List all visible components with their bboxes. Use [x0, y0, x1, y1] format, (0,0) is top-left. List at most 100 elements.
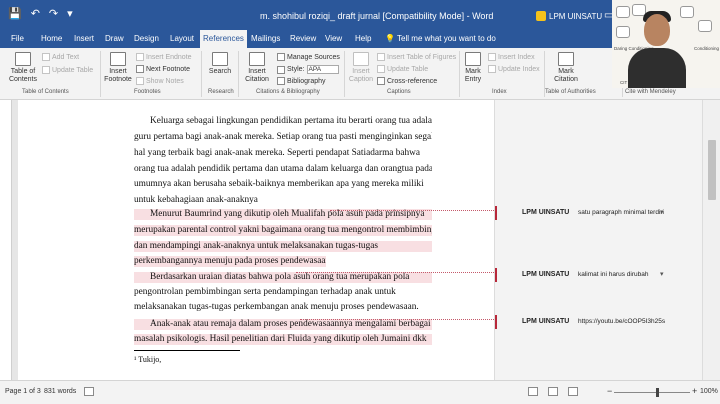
comment-expand-icon[interactable]: ▾ — [660, 270, 664, 278]
zoom-slider-handle[interactable] — [656, 388, 659, 397]
user-name: LPM UINSATU — [549, 11, 603, 21]
tab-help[interactable]: Help — [352, 30, 374, 48]
zoom-level[interactable]: 100% — [700, 388, 718, 395]
paragraph-line[interactable]: untuk kebahagiaan anak-anaknya — [134, 195, 432, 206]
update-table-figures-button[interactable]: Update Table — [377, 65, 428, 73]
index-icon — [488, 53, 496, 61]
insert-endnote-button[interactable]: Insert Endnote — [136, 53, 192, 61]
caption-icon — [353, 52, 369, 66]
proofing-icon[interactable] — [84, 387, 94, 396]
tab-review[interactable]: Review — [287, 30, 319, 48]
mark-entry-button[interactable]: Mark Entry — [461, 52, 485, 84]
comment-expand-icon[interactable]: ▾ — [660, 208, 664, 216]
commented-line[interactable]: merupakan parental control yakni bagaima… — [134, 225, 432, 236]
tab-layout[interactable]: Layout — [167, 30, 197, 48]
search-icon — [212, 52, 228, 66]
customize-qat-icon[interactable]: ▾ — [67, 8, 73, 21]
status-bar: Page 1 of 3 831 words − + 100% — [0, 380, 720, 404]
citation-icon — [249, 52, 265, 66]
paragraph-line[interactable]: Keluarga sebagai lingkungan pendidikan p… — [134, 116, 432, 127]
next-footnote-icon — [136, 65, 144, 73]
tell-me-search[interactable]: 💡 Tell me what you want to do — [385, 34, 496, 43]
presenter-face — [644, 14, 670, 46]
table-of-contents-button[interactable]: Table of Contents — [6, 52, 40, 84]
webcam-caption: Conditioning — [694, 46, 720, 51]
paragraph-line[interactable]: umumnya akan berusaha sebaik-baiknya mem… — [134, 179, 432, 190]
insert-index-button[interactable]: Insert Index — [488, 53, 535, 61]
search-button[interactable]: Search — [205, 52, 235, 76]
tab-draw[interactable]: Draw — [102, 30, 127, 48]
read-mode-icon[interactable] — [528, 387, 538, 396]
comment-link[interactable]: https://youtu.be/cOOP5I3h25s — [578, 318, 665, 325]
page-count[interactable]: Page 1 of 3 — [5, 388, 41, 395]
insert-caption-button[interactable]: Insert Caption — [347, 52, 375, 84]
tab-mailings[interactable]: Mailings — [248, 30, 283, 48]
vertical-scrollbar[interactable] — [702, 100, 720, 380]
commented-line[interactable]: dan mendampingi anak-anaknya untuk melak… — [134, 241, 432, 252]
comments-pane — [494, 100, 702, 380]
warning-icon — [536, 11, 546, 21]
paragraph-line[interactable]: melaksanakan tugas-tugas perkembangan an… — [134, 302, 432, 313]
table-of-contents-icon — [15, 52, 31, 66]
commented-line[interactable]: Berdasarkan uraian diatas bahwa pola asu… — [134, 272, 432, 283]
group-label-mendeley: Cite with Mendeley — [625, 89, 676, 95]
group-label-footnotes: Footnotes — [134, 89, 161, 95]
tab-insert[interactable]: Insert — [71, 30, 97, 48]
word-count[interactable]: 831 words — [44, 388, 76, 395]
comment-author: LPM UINSATU — [522, 271, 570, 278]
bibliography-button[interactable]: Bibliography — [277, 77, 326, 85]
manage-sources-button[interactable]: Manage Sources — [277, 53, 340, 61]
tab-home[interactable]: Home — [38, 30, 65, 48]
manage-sources-icon — [277, 53, 285, 61]
endnote-icon — [136, 53, 144, 61]
undo-icon[interactable]: ↶ — [31, 8, 40, 21]
redo-icon[interactable]: ↷ — [49, 8, 58, 21]
mark-citation-icon — [558, 52, 574, 66]
insert-footnote-button[interactable]: Insert Footnote — [103, 52, 133, 84]
refresh-icon — [488, 65, 496, 73]
commented-line[interactable]: perkembangannya menuju pada proses pende… — [134, 256, 326, 267]
webcam-overlay: Daring Conditioning Conditioning CIT — [612, 0, 720, 88]
citation-style-select[interactable]: Style: APA — [277, 65, 339, 74]
add-text-button[interactable]: Add Text — [42, 53, 79, 61]
tab-design[interactable]: Design — [131, 30, 162, 48]
comment-author: LPM UINSATU — [522, 209, 570, 216]
save-icon[interactable]: 💾 — [8, 8, 22, 21]
web-layout-icon[interactable] — [568, 387, 578, 396]
divider — [344, 51, 345, 97]
paragraph-line[interactable]: orang tua adalah pendidik pertama dan ut… — [134, 164, 432, 175]
doodle-icon — [680, 6, 694, 18]
next-footnote-button[interactable]: Next Footnote — [136, 65, 190, 73]
zoom-slider[interactable] — [614, 392, 690, 393]
insert-table-of-figures-button[interactable]: Insert Table of Figures — [377, 53, 456, 61]
print-layout-icon[interactable] — [548, 387, 558, 396]
insert-citation-button[interactable]: Insert Citation — [241, 52, 273, 84]
cross-reference-button[interactable]: Cross-reference — [377, 77, 437, 85]
user-account[interactable]: LPM UINSATU — [536, 11, 602, 21]
zoom-out-button[interactable]: − — [607, 386, 612, 396]
doodle-icon — [616, 26, 630, 38]
update-index-button[interactable]: Update Index — [488, 65, 540, 73]
zoom-in-button[interactable]: + — [692, 386, 697, 396]
comment-connector — [296, 272, 496, 273]
tab-references[interactable]: References — [200, 30, 247, 48]
paragraph-line[interactable]: pengontrolan pembimbingan serta pendampi… — [134, 287, 432, 298]
paragraph-line[interactable]: hal yang terbaik bagi anak-anak mereka. … — [134, 148, 432, 159]
tab-view[interactable]: View — [322, 30, 345, 48]
mark-citation-button[interactable]: Mark Citation — [552, 52, 580, 84]
comment-text[interactable]: satu paragraph minimal terdiri — [578, 209, 664, 216]
update-table-toc-button[interactable]: Update Table — [42, 66, 93, 74]
scrollbar-thumb[interactable] — [708, 140, 716, 200]
paragraph-line[interactable]: guru pertama bagi anak-anak mereka. Seti… — [134, 132, 432, 143]
tab-file[interactable]: File — [8, 30, 27, 48]
footnote-text[interactable]: ¹ Tukijo, — [134, 355, 161, 364]
comment-connector — [300, 319, 496, 320]
word-window: 💾 ↶ ↷ ▾ m. shohibul roziqi_ draft jurnal… — [0, 0, 720, 404]
group-label-captions: Captions — [387, 89, 411, 95]
quick-access-toolbar: 💾 ↶ ↷ ▾ — [8, 8, 73, 21]
commented-line[interactable]: masalah psikologis. Hasil penelitian dar… — [134, 334, 432, 345]
comment-text[interactable]: kalimat ini harus dirubah — [578, 271, 648, 278]
commented-line[interactable]: Anak-anak atau remaja dalam proses pende… — [134, 319, 432, 330]
comment-indicator — [495, 315, 497, 329]
show-notes-button[interactable]: Show Notes — [136, 77, 184, 85]
